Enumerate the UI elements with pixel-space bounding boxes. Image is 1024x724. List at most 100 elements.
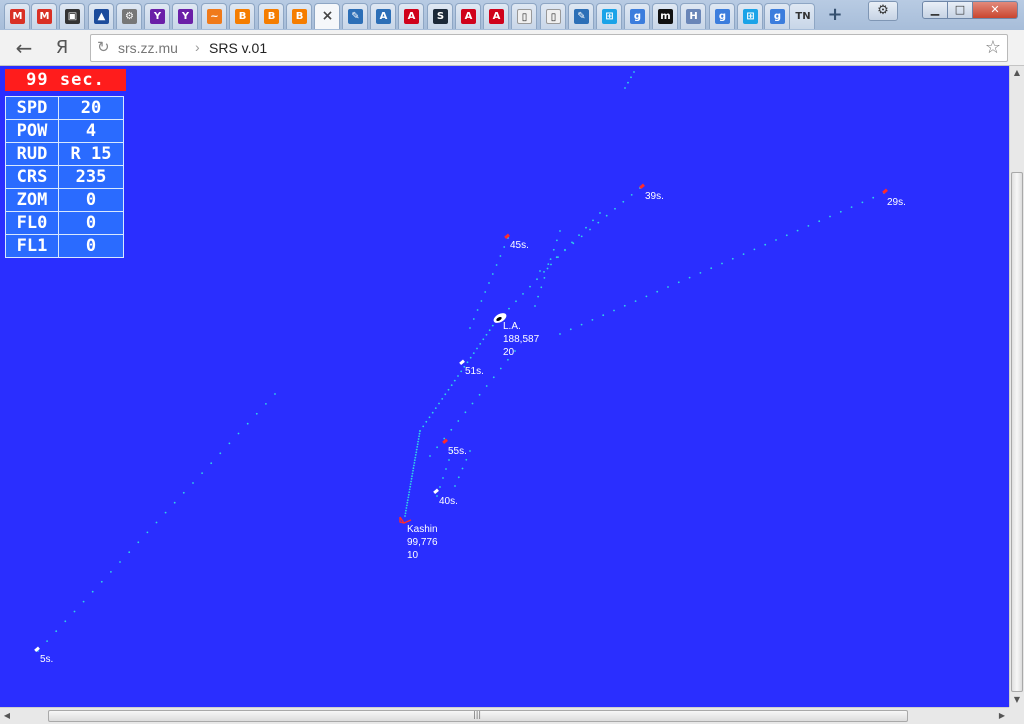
trail-dot bbox=[82, 600, 85, 603]
browser-tab[interactable]: M bbox=[4, 3, 30, 29]
trail-dot bbox=[419, 430, 421, 432]
trail-dot bbox=[411, 472, 414, 475]
browser-tab[interactable]: ✎ bbox=[342, 3, 368, 29]
address-bar[interactable]: ↻ srs.zz.mu › SRS v.01 ☆ bbox=[90, 34, 1008, 62]
param-row-fl1: FL1 0 bbox=[5, 234, 124, 258]
reload-icon[interactable]: ↻ bbox=[97, 38, 110, 56]
trail-dot bbox=[580, 323, 583, 326]
browser-tab[interactable]: A bbox=[455, 3, 481, 29]
url-page-title: SRS v.01 bbox=[209, 40, 268, 56]
scroll-left-arrow-icon[interactable]: ◀ bbox=[0, 708, 14, 724]
horizontal-scrollbar[interactable]: ◀ ||| ▶ bbox=[0, 707, 1009, 724]
trail-dot bbox=[46, 640, 48, 642]
browser-tab[interactable]: g bbox=[709, 3, 735, 29]
close-icon[interactable]: × bbox=[320, 9, 335, 24]
trail-dot bbox=[406, 501, 409, 504]
browser-tab[interactable]: g bbox=[764, 3, 790, 29]
browser-tab[interactable]: ⊞ bbox=[596, 3, 622, 29]
trail-dot bbox=[274, 393, 276, 395]
browser-tab[interactable]: Y bbox=[172, 3, 198, 29]
browser-tab[interactable]: B bbox=[229, 3, 255, 29]
trail-dot bbox=[409, 485, 412, 488]
trail-dot bbox=[155, 521, 158, 524]
browser-tab[interactable]: g bbox=[624, 3, 650, 29]
trail-dot bbox=[146, 531, 149, 534]
trail-dot bbox=[710, 267, 713, 270]
back-button[interactable]: ← bbox=[12, 36, 36, 60]
tn-text-icon: TN bbox=[795, 11, 811, 22]
vertical-scroll-thumb[interactable] bbox=[1011, 172, 1023, 692]
windows-icon: ⊞ bbox=[743, 9, 758, 24]
game-viewport[interactable]: 5s. 29s. 39s. 45s. 51s. 55s. 40s. L.A. 188,587 20… bbox=[0, 66, 1009, 707]
browser-tab[interactable]: ▯ bbox=[511, 3, 537, 29]
param-key: CRS bbox=[5, 165, 59, 189]
param-value: 4 bbox=[58, 119, 124, 143]
maximize-button[interactable]: □ bbox=[947, 1, 973, 19]
browser-tab[interactable]: ✎ bbox=[568, 3, 594, 29]
browser-tab[interactable]: B bbox=[286, 3, 312, 29]
trail-dot bbox=[742, 253, 745, 256]
trail-dot bbox=[818, 220, 821, 223]
browser-tab[interactable]: ▣ bbox=[59, 3, 85, 29]
url-host: srs.zz.mu bbox=[118, 40, 178, 56]
browser-tab[interactable]: TN bbox=[789, 3, 815, 29]
adobe-icon: A bbox=[461, 9, 476, 24]
browser-tab[interactable]: S bbox=[427, 3, 453, 29]
ship-la-label: L.A. bbox=[503, 321, 521, 332]
trail-dot bbox=[444, 393, 447, 396]
trail-dot bbox=[173, 501, 176, 504]
param-row-zom: ZOM 0 bbox=[5, 188, 124, 212]
browser-tab[interactable]: H bbox=[680, 3, 706, 29]
trail-dot bbox=[417, 438, 420, 440]
browser-tab[interactable]: Y bbox=[144, 3, 170, 29]
trail-dot bbox=[405, 509, 407, 512]
new-tab-button[interactable]: + bbox=[826, 6, 844, 24]
contact-29s-label: 29s. bbox=[887, 197, 906, 208]
trail-dot bbox=[164, 511, 167, 514]
contact-51s-marker bbox=[459, 359, 465, 366]
trail-dot bbox=[445, 468, 447, 470]
browser-tab[interactable]: B bbox=[258, 3, 284, 29]
trail-dot bbox=[677, 281, 680, 284]
photo-icon: ▣ bbox=[65, 9, 80, 24]
trail-dot bbox=[556, 239, 558, 242]
trail-dot bbox=[627, 81, 629, 84]
trail-dot bbox=[546, 267, 549, 270]
bookmark-star-icon[interactable]: ☆ bbox=[985, 37, 1001, 58]
trail-dot bbox=[536, 278, 538, 281]
browser-tab[interactable]: A bbox=[483, 3, 509, 29]
trail-dot bbox=[413, 464, 415, 467]
scroll-right-arrow-icon[interactable]: ▶ bbox=[995, 708, 1009, 724]
browser-tab[interactable]: A bbox=[370, 3, 396, 29]
browser-tab[interactable]: ⚙ bbox=[116, 3, 142, 29]
vertical-scrollbar[interactable]: ▲ ▼ bbox=[1009, 66, 1024, 707]
browser-tab[interactable]: ▲ bbox=[88, 3, 114, 29]
browser-tab[interactable]: A bbox=[398, 3, 424, 29]
settings-button[interactable]: ⚙ bbox=[868, 1, 898, 21]
trail-dot bbox=[564, 248, 566, 251]
browser-tab[interactable]: ⊞ bbox=[737, 3, 763, 29]
trail-dot bbox=[699, 272, 702, 274]
scroll-up-arrow-icon[interactable]: ▲ bbox=[1010, 66, 1024, 80]
trail-dot bbox=[417, 440, 419, 443]
window-close-button[interactable]: ✕ bbox=[972, 1, 1018, 19]
minimize-button[interactable]: ▁ bbox=[922, 1, 948, 19]
trail-dot bbox=[807, 225, 810, 227]
yandex-button[interactable]: Я bbox=[52, 36, 72, 60]
trail-dot bbox=[543, 271, 545, 273]
browser-tab[interactable]: ▯ bbox=[540, 3, 566, 29]
trail-dot bbox=[580, 235, 583, 238]
browser-tab[interactable]: × bbox=[314, 3, 340, 29]
trail-dot bbox=[488, 282, 490, 284]
param-key: ZOM bbox=[5, 188, 59, 212]
trail-dot bbox=[128, 551, 131, 554]
scroll-down-arrow-icon[interactable]: ▼ bbox=[1010, 693, 1024, 707]
trail-dot bbox=[464, 411, 467, 414]
browser-tab[interactable]: M bbox=[31, 3, 57, 29]
browser-tab[interactable]: ~ bbox=[201, 3, 227, 29]
horizontal-scroll-thumb[interactable]: ||| bbox=[48, 710, 908, 722]
trail-dot bbox=[634, 300, 637, 302]
browser-tab[interactable]: m bbox=[652, 3, 678, 29]
radar-map[interactable]: 5s. 29s. 39s. 45s. 51s. 55s. 40s. L.A. 188,587 20… bbox=[0, 66, 1009, 707]
timer-display: 99 sec. bbox=[5, 69, 126, 91]
